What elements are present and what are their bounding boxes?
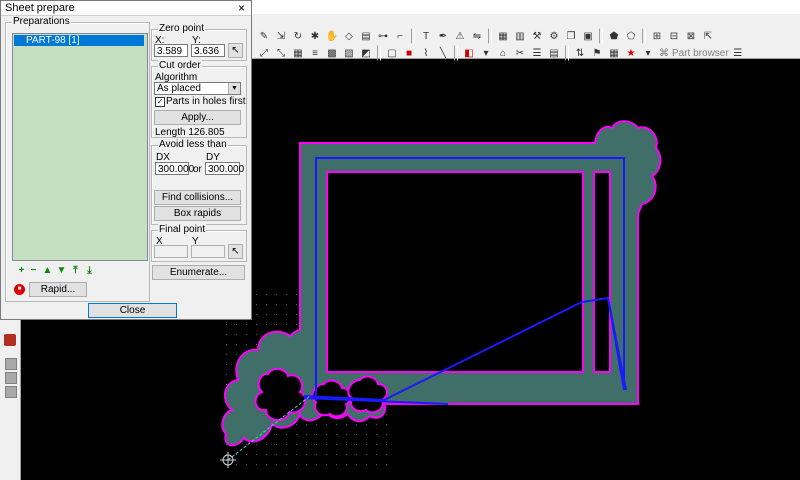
preparations-label: Preparations (12, 16, 71, 27)
zero-point-crosshair-icon (220, 452, 236, 468)
enumerate-button[interactable]: Enumerate... (152, 265, 245, 280)
parts-in-holes-label: Parts in holes first (166, 96, 246, 107)
dx-field[interactable]: 300.000 (155, 162, 194, 175)
zero-point-group: Zero point X: Y: 3.589 3.636 ↖ (151, 23, 247, 61)
avoid-less-than-label: Avoid less than (158, 139, 228, 150)
layout-icon[interactable]: ▤ (358, 28, 374, 44)
move-down-icon[interactable]: ▼ (56, 266, 67, 277)
hand-icon[interactable]: ✋ (324, 28, 340, 44)
part-browser-icon: ⌘ (659, 47, 669, 59)
toolbar-row-1: ✎ ⇲ ↻ ✱ ✋ ◇ ▤ ⊶ ⌐ T ✒ ⚠ ⇋ ▦ ▥ ⚒ ⚙ ❐ ▣ ⬟ … (256, 27, 716, 45)
zero-y-field[interactable]: 3.636 (191, 44, 225, 57)
box-rapids-button[interactable]: Box rapids (154, 206, 241, 221)
final-y-field[interactable] (191, 245, 225, 258)
chevron-down-icon: ▼ (228, 83, 240, 94)
shape-outline-icon[interactable]: ⬠ (623, 28, 639, 44)
tool-square-3[interactable] (5, 386, 17, 398)
toolbar-separator (642, 28, 646, 44)
list-item-selected[interactable]: PART-98 [1] (14, 35, 144, 46)
algorithm-value: As placed (157, 83, 201, 94)
move-bottom-icon[interactable]: ⤓ (84, 266, 95, 277)
fold-icon[interactable]: ⊠ (683, 28, 699, 44)
final-point-label: Final point (158, 224, 207, 235)
grid-alt-icon[interactable]: ▥ (512, 28, 528, 44)
zero-point-label: Zero point (158, 23, 206, 34)
copy-icon[interactable]: ❐ (563, 28, 579, 44)
dialog-close-icon[interactable]: × (238, 1, 245, 15)
export-icon[interactable]: ⇱ (700, 28, 716, 44)
cut-order-group: Cut order Algorithm As placed ▼ ✓ Parts … (151, 60, 247, 138)
final-x-field[interactable] (154, 245, 188, 258)
toolbar-separator (411, 28, 415, 44)
remove-icon[interactable]: − (28, 266, 39, 277)
part-frame-window (326, 171, 584, 373)
resize-icon[interactable]: ⇲ (273, 28, 289, 44)
zero-x-field[interactable]: 3.589 (154, 44, 188, 57)
part-frame-slot (593, 171, 611, 373)
tool-square-1[interactable] (5, 358, 17, 370)
toolbar-separator (599, 28, 603, 44)
edit-icon[interactable]: ✎ (256, 28, 272, 44)
sheet-prepare-dialog: Sheet prepare × Preparations PART-98 [1]… (0, 0, 252, 320)
dy-field[interactable]: 300.000 (205, 162, 244, 175)
add-icon[interactable]: + (16, 266, 27, 277)
star-tool-icon[interactable]: ✱ (307, 28, 323, 44)
cut-order-label: Cut order (158, 60, 202, 71)
part-browser-button[interactable]: ⌘ Part browser (657, 48, 729, 59)
part-browser-label: Part browser (672, 47, 729, 59)
text-icon[interactable]: T (418, 28, 434, 44)
left-tool-strip (0, 320, 21, 480)
apply-button[interactable]: Apply... (154, 110, 241, 125)
pick-point-icon[interactable]: ↖ (228, 43, 243, 58)
mirror-icon[interactable]: ⇋ (469, 28, 485, 44)
rapid-button[interactable]: Rapid... (29, 282, 87, 297)
or-label: or (193, 164, 202, 175)
close-button[interactable]: Close (88, 303, 177, 318)
nest-icon[interactable]: ⊞ (649, 28, 665, 44)
stop-icon: ■ (14, 284, 25, 295)
parts-in-holes-checkbox[interactable]: ✓ (155, 97, 165, 107)
nest-alt-icon[interactable]: ⊟ (666, 28, 682, 44)
length-text: Length 126.805 (155, 127, 225, 138)
algorithm-select[interactable]: As placed ▼ (154, 82, 241, 95)
avoid-less-than-group: Avoid less than DX DY 300.000 or 300.000… (151, 139, 247, 225)
main-toolbar: ✎ ⇲ ↻ ✱ ✋ ◇ ▤ ⊶ ⌐ T ✒ ⚠ ⇋ ▦ ▥ ⚒ ⚙ ❐ ▣ ⬟ … (252, 14, 800, 61)
final-point-group: Final point X Y ↖ (151, 224, 247, 262)
warning-icon[interactable]: ⚠ (452, 28, 468, 44)
tools-icon[interactable]: ⚒ (529, 28, 545, 44)
transform-icon[interactable]: ⌐ (392, 28, 408, 44)
preparations-list[interactable]: PART-98 [1] (12, 33, 148, 261)
dialog-titlebar[interactable]: Sheet prepare × (1, 1, 251, 16)
pen-icon[interactable]: ✒ (435, 28, 451, 44)
layers-icon[interactable]: ▣ (580, 28, 596, 44)
pick-final-point-icon[interactable]: ↖ (228, 244, 243, 259)
tool-square-2[interactable] (5, 372, 17, 384)
grid-icon[interactable]: ▦ (495, 28, 511, 44)
shape-fill-icon[interactable]: ⬟ (606, 28, 622, 44)
dialog-title: Sheet prepare (5, 2, 75, 14)
move-top-icon[interactable]: ⤒ (70, 266, 81, 277)
settings-icon[interactable]: ⚙ (546, 28, 562, 44)
move-up-icon[interactable]: ▲ (42, 266, 53, 277)
find-collisions-button[interactable]: Find collisions... (154, 190, 241, 205)
rotate-icon[interactable]: ↻ (290, 28, 306, 44)
link-icon[interactable]: ⊶ (375, 28, 391, 44)
shape-icon[interactable]: ◇ (341, 28, 357, 44)
toolbar-separator (488, 28, 492, 44)
preparations-group: Preparations PART-98 [1] + − ▲ ▼ ⤒ ⤓ ■ R… (5, 16, 150, 302)
tool-icon[interactable] (4, 334, 16, 346)
